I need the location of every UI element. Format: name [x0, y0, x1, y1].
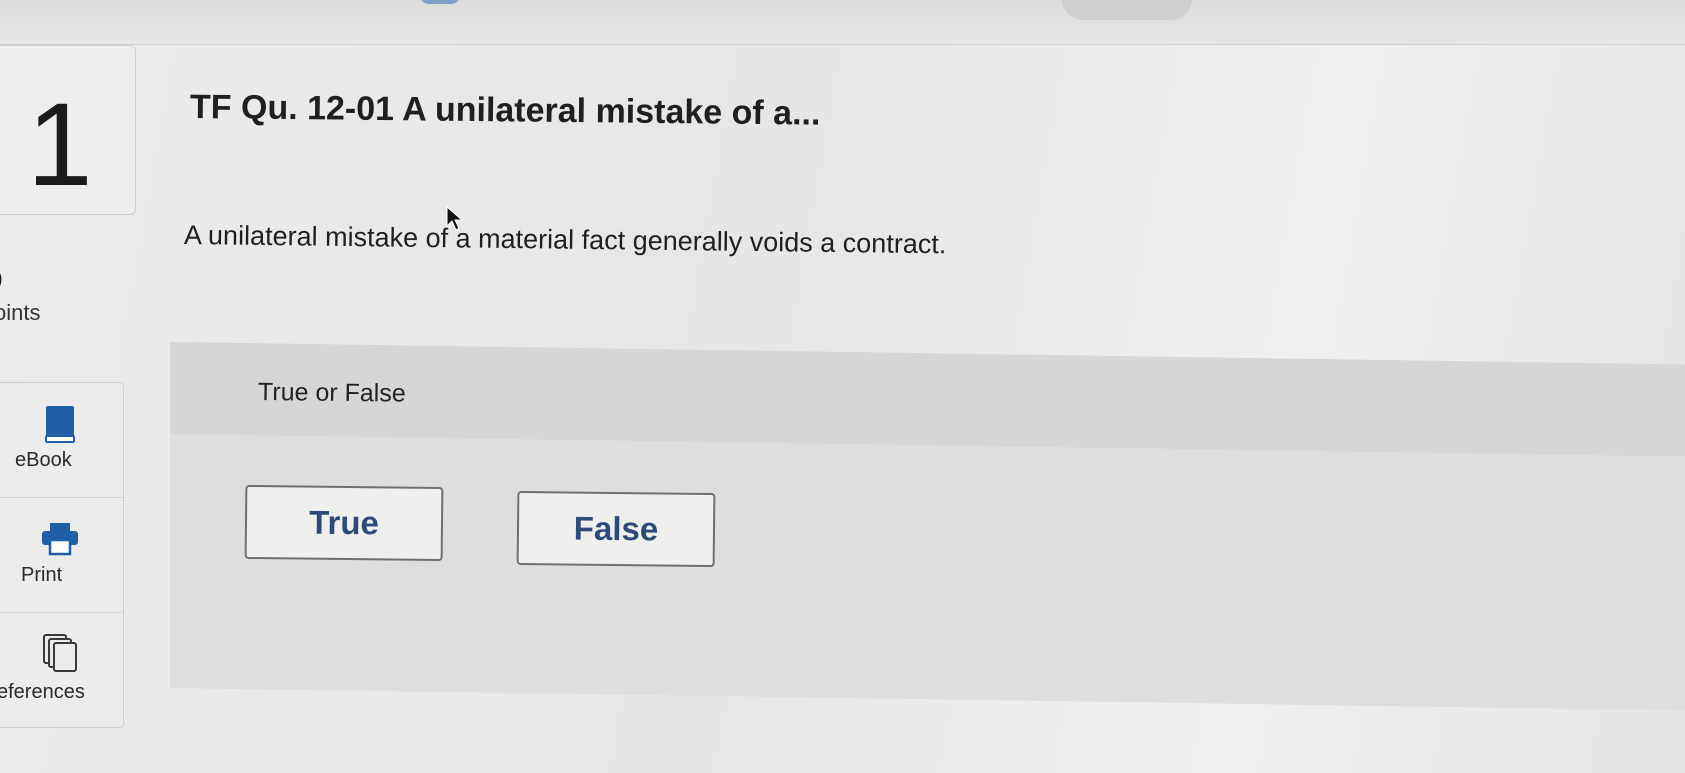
sidebar-item-ebook[interactable]: eBook — [0, 383, 123, 498]
top-toolbar — [0, 0, 1685, 45]
question-title: TF Qu. 12-01 A unilateral mistake of a..… — [189, 88, 821, 133]
question-number-box: 1 — [0, 45, 136, 215]
question-tools-sidebar: eBook Print eferences — [0, 382, 124, 728]
sidebar-item-references[interactable]: eferences — [0, 613, 123, 727]
points-label: oints — [0, 300, 41, 325]
toolbar-element[interactable] — [420, 0, 460, 4]
answer-type-label: True or False — [257, 378, 406, 408]
book-icon — [45, 406, 75, 443]
question-number: 1 — [27, 79, 93, 211]
mouse-cursor-icon — [446, 206, 464, 231]
true-option-button[interactable]: True — [244, 484, 444, 562]
false-option-button[interactable]: False — [516, 490, 716, 568]
references-icon — [43, 634, 77, 672]
page: 1 ) oints eBook Print eferences — [0, 0, 1685, 773]
saved-indicator — [1062, 0, 1192, 20]
sidebar-item-label: eBook — [15, 449, 72, 471]
points-value: ) — [0, 268, 3, 291]
printer-icon — [42, 523, 78, 556]
sidebar-item-label: Print — [21, 564, 63, 586]
sidebar-item-print[interactable]: Print — [0, 498, 123, 613]
question-text: A unilateral mistake of a material fact … — [183, 220, 947, 260]
sidebar-item-label: eferences — [0, 681, 85, 703]
